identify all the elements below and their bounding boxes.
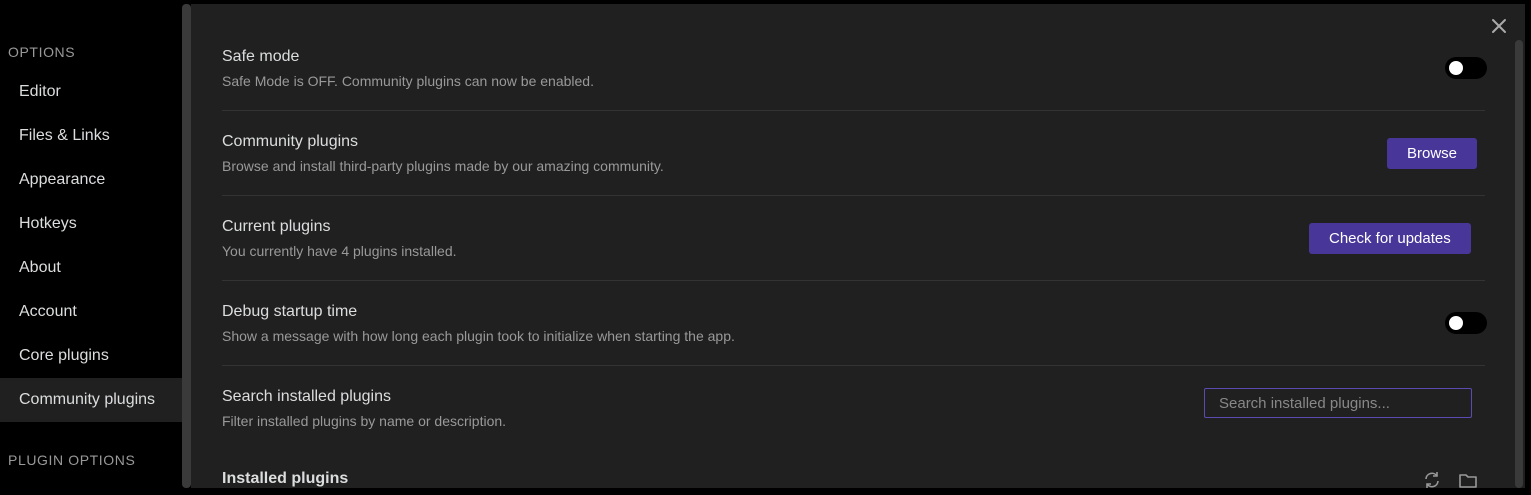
toggle-knob — [1449, 316, 1463, 330]
setting-current-plugins: Current plugins You currently have 4 plu… — [222, 196, 1485, 281]
folder-icon[interactable] — [1458, 470, 1478, 490]
browse-button[interactable]: Browse — [1387, 138, 1478, 169]
sidebar-scrollbar[interactable] — [182, 4, 191, 488]
options-heading: OPTIONS — [8, 44, 76, 60]
reload-icon[interactable] — [1422, 470, 1442, 490]
setting-search-plugins: Search installed plugins Filter installe… — [222, 366, 1485, 451]
setting-description: Safe Mode is OFF. Community plugins can … — [222, 73, 594, 89]
setting-name: Community plugins — [222, 133, 359, 150]
setting-description: Filter installed plugins by name or desc… — [222, 413, 507, 429]
toggle-knob — [1449, 61, 1463, 75]
settings-content: Safe mode Safe Mode is OFF. Community pl… — [191, 4, 1525, 488]
setting-name: Debug startup time — [222, 303, 358, 320]
sidebar-item-account[interactable]: Account — [0, 290, 182, 334]
setting-name: Current plugins — [222, 218, 331, 235]
close-icon[interactable] — [1487, 14, 1511, 38]
sidebar-item-appearance[interactable]: Appearance — [0, 158, 182, 202]
safe-mode-toggle[interactable] — [1445, 57, 1487, 79]
sidebar-item-core-plugins[interactable]: Core plugins — [0, 334, 182, 378]
debug-startup-toggle[interactable] — [1445, 312, 1487, 334]
sidebar-item-editor[interactable]: Editor — [0, 70, 182, 114]
sidebar-item-files-links[interactable]: Files & Links — [0, 114, 182, 158]
setting-safe-mode: Safe mode Safe Mode is OFF. Community pl… — [222, 26, 1487, 111]
setting-name: Safe mode — [222, 48, 300, 65]
sidebar-item-about[interactable]: About — [0, 246, 182, 290]
setting-description: Show a message with how long each plugin… — [222, 328, 735, 344]
setting-description: Browse and install third-party plugins m… — [222, 158, 664, 174]
setting-description: You currently have 4 plugins installed. — [222, 243, 457, 259]
plugin-options-heading: PLUGIN OPTIONS — [8, 452, 136, 468]
sidebar-item-community-plugins[interactable]: Community plugins — [0, 378, 182, 422]
content-scrollbar[interactable] — [1515, 40, 1523, 488]
sidebar-item-hotkeys[interactable]: Hotkeys — [0, 202, 182, 246]
setting-name: Search installed plugins — [222, 388, 391, 405]
setting-debug-startup: Debug startup time Show a message with h… — [222, 281, 1487, 366]
search-installed-plugins-input[interactable] — [1204, 388, 1472, 418]
setting-community-plugins: Community plugins Browse and install thi… — [222, 111, 1485, 196]
check-for-updates-button[interactable]: Check for updates — [1309, 223, 1471, 254]
settings-sidebar: OPTIONS Editor Files & Links Appearance … — [0, 0, 182, 488]
installed-plugins-heading: Installed plugins — [222, 470, 349, 487]
